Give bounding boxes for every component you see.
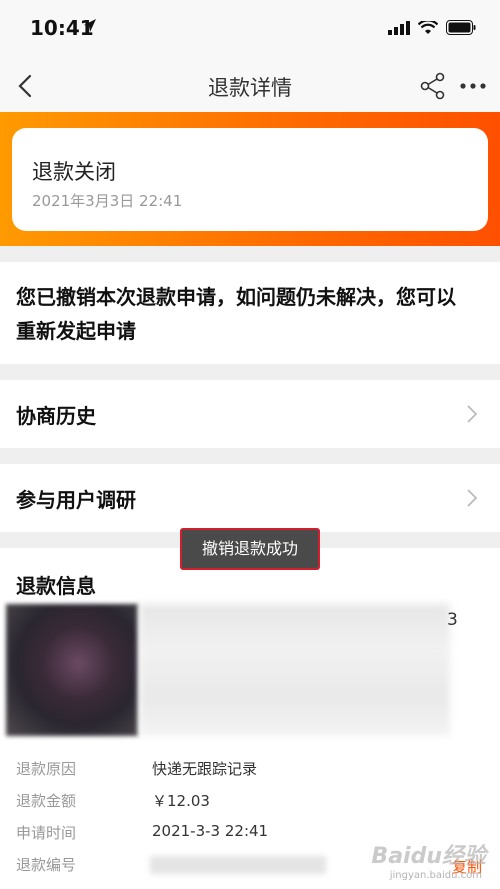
share-icon[interactable] bbox=[420, 72, 446, 100]
product-info-partial: 3 bbox=[447, 610, 458, 630]
refund-id-label: 退款编号 bbox=[16, 856, 77, 874]
negotiation-history-row[interactable]: 协商历史 bbox=[0, 380, 500, 448]
watermark-logo: Baidu经验 bbox=[371, 844, 486, 869]
negotiation-history-label: 协商历史 bbox=[16, 404, 96, 428]
user-survey-label: 参与用户调研 bbox=[16, 488, 136, 512]
refund-id-blurred bbox=[150, 856, 326, 874]
refund-info-title: 退款信息 bbox=[16, 574, 96, 598]
refund-status-date: 2021年3月3日 22:41 bbox=[32, 192, 183, 210]
refund-amount-label: 退款金额 bbox=[16, 792, 77, 810]
product-info-blurred bbox=[140, 604, 450, 736]
user-survey-row[interactable]: 参与用户调研 bbox=[0, 464, 500, 532]
success-toast: 撤销退款成功 bbox=[180, 528, 320, 570]
location-arrow-icon bbox=[84, 19, 96, 32]
battery-icon bbox=[446, 20, 476, 35]
refund-status-card: 退款关闭 2021年3月3日 22:41 bbox=[12, 128, 488, 231]
status-bar: 10:41 bbox=[0, 0, 500, 60]
refund-id-row: 退款编号 bbox=[16, 854, 336, 876]
refund-reason-label: 退款原因 bbox=[16, 760, 77, 778]
refund-reason-value: 快递无跟踪记录 bbox=[152, 760, 258, 778]
refund-status-title: 退款关闭 bbox=[32, 160, 116, 184]
product-image[interactable] bbox=[6, 604, 138, 736]
chevron-right-icon bbox=[467, 405, 478, 423]
wifi-icon bbox=[418, 20, 438, 34]
signal-icon bbox=[388, 20, 410, 35]
more-icon[interactable] bbox=[460, 72, 486, 100]
refund-amount-value: ￥12.03 bbox=[152, 792, 210, 810]
message-section: 您已撤销本次退款申请，如问题仍未解决，您可以重新发起申请 bbox=[0, 262, 500, 364]
cancel-message: 您已撤销本次退款申请，如问题仍未解决，您可以重新发起申请 bbox=[16, 285, 456, 343]
chevron-right-icon bbox=[467, 489, 478, 507]
watermark-url: jingyan.baidu.com bbox=[389, 870, 482, 881]
apply-time-value: 2021-3-3 22:41 bbox=[152, 822, 269, 840]
nav-bar: 退款详情 bbox=[0, 60, 500, 112]
status-icons bbox=[388, 20, 476, 35]
apply-time-label: 申请时间 bbox=[16, 824, 77, 842]
